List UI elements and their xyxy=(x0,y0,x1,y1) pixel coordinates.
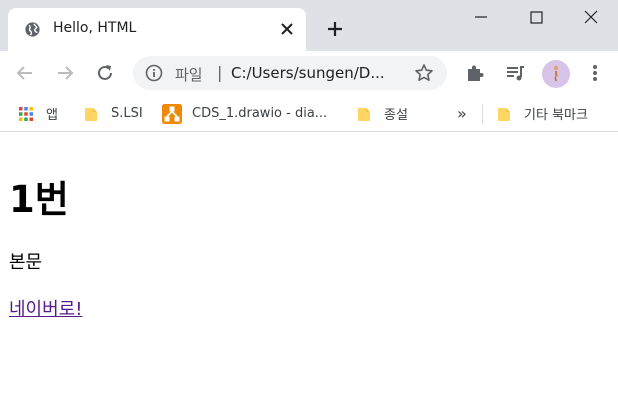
chevron-double-right-icon: » xyxy=(457,104,467,123)
bookmarks-overflow-button[interactable]: » xyxy=(457,95,467,132)
bookmark-label: CDS_1.drawio - dia... xyxy=(192,106,328,121)
apps-grid-icon xyxy=(19,106,33,121)
body-paragraph: 본문 xyxy=(9,252,43,273)
maximize-icon xyxy=(529,10,543,24)
page-content: 1번 본문 네이버로! xyxy=(0,133,618,417)
url-separator: | xyxy=(217,63,223,82)
folder-icon xyxy=(85,107,97,121)
plus-icon xyxy=(328,22,342,36)
profile-avatar[interactable] xyxy=(542,60,570,88)
puzzle-icon xyxy=(468,65,484,81)
menu-button[interactable] xyxy=(581,59,609,87)
folder-icon xyxy=(358,107,370,121)
arrow-right-icon xyxy=(58,66,74,80)
bookmark-label: 기타 북마크 xyxy=(524,108,588,123)
bookmark-jongseol[interactable]: 종설 xyxy=(356,95,408,132)
close-icon xyxy=(584,10,598,24)
page-heading: 1번 xyxy=(9,178,69,221)
bookmark-slsi[interactable]: S.LSI xyxy=(83,95,143,132)
close-tab-icon[interactable] xyxy=(279,21,295,37)
bookmark-cds-drawio[interactable]: CDS_1.drawio - dia... xyxy=(162,95,327,132)
info-icon[interactable] xyxy=(145,64,163,82)
bookmark-label: S.LSI xyxy=(111,106,143,121)
bookmarks-divider xyxy=(482,104,483,124)
browser-toolbar: 파일 | C:/Users/sungen/D... xyxy=(0,51,618,95)
arrow-left-icon xyxy=(16,66,32,80)
new-tab-button[interactable] xyxy=(322,16,348,42)
maximize-button[interactable] xyxy=(509,0,563,34)
bookmark-label: 종설 xyxy=(384,108,408,123)
url-text[interactable]: C:/Users/sungen/D... xyxy=(231,64,401,82)
bookmark-other[interactable]: 기타 북마크 xyxy=(496,95,588,132)
close-window-button[interactable] xyxy=(564,0,618,34)
tab-active[interactable]: Hello, HTML xyxy=(8,8,306,51)
tab-title: Hello, HTML xyxy=(53,20,137,36)
tab-strip: Hello, HTML xyxy=(0,0,618,51)
drawio-icon xyxy=(162,103,182,124)
bookmarks-bar: 앱 S.LSI CDS_1.drawio - dia... 종설 » 기타 북마… xyxy=(0,95,618,132)
forward-button[interactable] xyxy=(51,59,79,87)
folder-icon xyxy=(498,107,510,121)
bookmark-apps[interactable]: 앱 xyxy=(18,95,58,132)
playlist-music-icon xyxy=(507,66,524,81)
media-control-button[interactable] xyxy=(501,59,529,87)
reload-icon xyxy=(98,65,112,80)
minimize-icon xyxy=(475,16,487,18)
minimize-button[interactable] xyxy=(454,0,508,34)
globe-icon xyxy=(25,22,40,37)
url-scheme-label: 파일 xyxy=(175,66,203,84)
bookmark-label: 앱 xyxy=(46,108,58,123)
star-icon[interactable] xyxy=(414,63,434,83)
more-vert-icon xyxy=(593,65,597,81)
back-button[interactable] xyxy=(11,59,39,87)
reload-button[interactable] xyxy=(91,59,119,87)
naver-link[interactable]: 네이버로! xyxy=(9,295,82,321)
extensions-button[interactable] xyxy=(461,59,489,87)
profile-figure-icon xyxy=(554,65,558,81)
address-bar[interactable]: 파일 | C:/Users/sungen/D... xyxy=(133,56,447,90)
